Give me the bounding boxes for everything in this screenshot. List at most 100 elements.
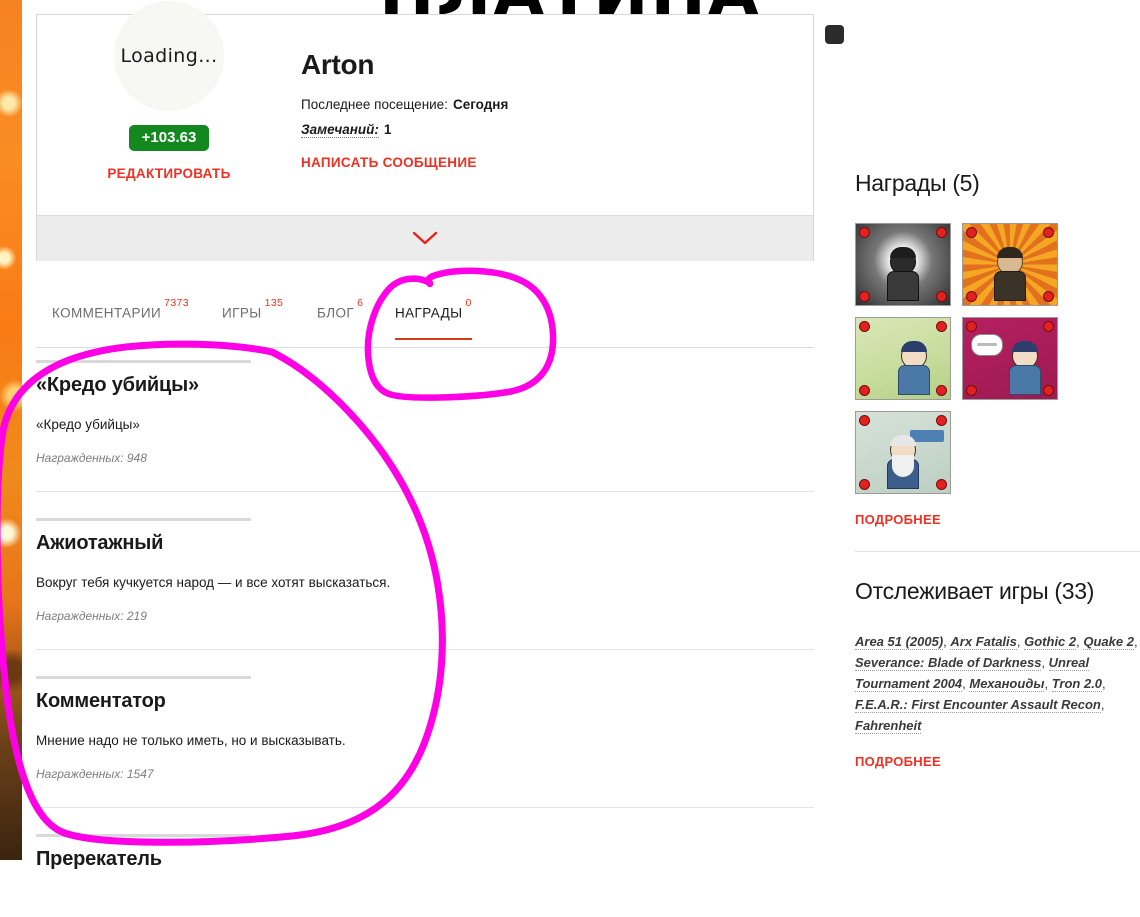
badge-reyting[interactable] <box>855 411 951 494</box>
speech-bubble-icon <box>971 334 1003 356</box>
chevron-down-icon <box>412 231 438 245</box>
badge-prerekatel[interactable] <box>962 317 1058 400</box>
pin-dot-icon <box>859 385 870 396</box>
pin-dot-icon <box>966 291 977 302</box>
profile-card-body: Loading... +103.63 РЕДАКТИРОВАТЬ Arton П… <box>37 1 813 215</box>
last-visit-label: Последнее посещение: <box>301 97 448 112</box>
tab-games-count: 135 <box>264 296 284 309</box>
award-list-item: Комментатор Мнение надо не только иметь,… <box>36 676 814 808</box>
last-visit-row: Последнее посещение: Сегодня <box>301 97 508 112</box>
warnings-value: 1 <box>383 122 392 137</box>
profile-info-column: Arton Последнее посещение: Сегодня Замеча… <box>301 15 508 215</box>
pin-dot-icon <box>859 479 870 490</box>
tracked-games-title: Отслеживает игры (33) <box>855 578 1095 604</box>
award-recipients-count: Награжденных: 219 <box>36 609 147 623</box>
award-description: Вокруг тебя кучкуется народ — и все хотя… <box>36 575 391 590</box>
award-description: Мнение надо не только иметь, но и высказ… <box>36 733 346 748</box>
avatar-loading-text: Loading... <box>120 45 218 67</box>
badge-figure <box>1009 341 1042 395</box>
award-title: «Кредо убийцы» <box>36 374 199 396</box>
game-link[interactable]: Fahrenheit <box>855 718 922 735</box>
awards-badge-grid <box>855 223 1140 494</box>
pin-dot-icon <box>936 479 947 490</box>
awards-panel-title: Награды (5) <box>855 170 980 196</box>
pin-dot-icon <box>966 385 977 396</box>
award-title: Ажиотажный <box>36 532 164 554</box>
award-recipients-count: Награжденных: 948 <box>36 451 147 465</box>
award-recipients-count: Награжденных: 1547 <box>36 767 154 781</box>
award-list-item: Пререкатель <box>36 834 814 917</box>
pin-dot-icon <box>936 415 947 426</box>
tab-comments-count: 7373 <box>164 296 190 309</box>
award-divider <box>36 676 251 679</box>
page-background-fade <box>22 0 36 860</box>
tab-comments[interactable]: КОММЕНТАРИИ7373 <box>52 297 189 321</box>
game-link[interactable]: F.E.A.R.: First Encounter Assault Recon <box>855 697 1101 714</box>
pin-dot-icon <box>1043 291 1054 302</box>
award-list-item: «Кредо убийцы» «Кредо убийцы» Награжденн… <box>36 360 814 492</box>
pin-dot-icon <box>936 227 947 238</box>
send-message-link[interactable]: НАПИСАТЬ СООБЩЕНИЕ <box>301 155 508 170</box>
game-link[interactable]: Area 51 (2005) <box>855 634 944 650</box>
award-list-item: Ажиотажный Вокруг тебя кучкуется народ —… <box>36 518 814 650</box>
game-link[interactable]: Severance: Blade of Darkness <box>855 655 1042 672</box>
pin-dot-icon <box>966 227 977 238</box>
game-link[interactable]: Gothic 2 <box>1024 634 1077 650</box>
tab-awards-count: 0 <box>465 296 472 309</box>
pin-dot-icon <box>859 415 870 426</box>
pin-dot-icon <box>936 321 947 332</box>
rating-badge: +103.63 <box>128 125 210 151</box>
award-divider <box>36 518 251 521</box>
profile-card-expander[interactable] <box>37 215 813 261</box>
page-background-strip <box>0 0 22 860</box>
tracked-games-panel: Отслеживает игры (33) Area 51 (2005), Ar… <box>855 551 1140 793</box>
pin-dot-icon <box>859 321 870 332</box>
game-link[interactable]: Arx Fatalis <box>950 634 1017 650</box>
tab-active-underline <box>395 337 472 340</box>
pin-dot-icon <box>1043 227 1054 238</box>
game-link[interactable]: Механоиды <box>969 676 1045 693</box>
avatar[interactable]: Loading... <box>114 1 224 111</box>
warnings-label[interactable]: Замечаний: <box>301 122 379 138</box>
pin-dot-icon <box>859 227 870 238</box>
awards-more-link[interactable]: ПОДРОБНЕЕ <box>855 512 941 527</box>
badge-figure <box>898 341 931 395</box>
tab-awards[interactable]: НАГРАДЫ0 <box>395 297 472 340</box>
tab-blog[interactable]: БЛОГ6 <box>317 297 363 321</box>
badge-kredo-ubiycy[interactable] <box>855 223 951 306</box>
pin-dot-icon <box>936 385 947 396</box>
last-visit-value: Сегодня <box>452 97 509 112</box>
awards-panel: Награды (5) ПОДРОБНЕЕ <box>855 170 1140 551</box>
tab-blog-label: БЛОГ <box>317 305 355 321</box>
badge-figure <box>994 247 1026 301</box>
badge-figure <box>887 435 919 489</box>
badge-kommentator[interactable] <box>855 317 951 400</box>
tab-games-label: ИГРЫ <box>222 305 262 321</box>
pin-dot-icon <box>859 291 870 302</box>
tab-awards-label: НАГРАДЫ <box>395 305 463 321</box>
tracked-games-more-link[interactable]: ПОДРОБНЕЕ <box>855 754 941 769</box>
pin-dot-icon <box>966 321 977 332</box>
tab-games[interactable]: ИГРЫ135 <box>222 297 283 321</box>
award-description: «Кредо убийцы» <box>36 417 140 432</box>
pin-dot-icon <box>1043 385 1054 396</box>
pin-dot-icon <box>1043 321 1054 332</box>
awards-list: «Кредо убийцы» «Кредо убийцы» Награжденн… <box>36 360 814 917</box>
avatar-column: Loading... +103.63 РЕДАКТИРОВАТЬ <box>37 1 301 215</box>
badge-azhiotazhnyy[interactable] <box>962 223 1058 306</box>
profile-tab-bar: КОММЕНТАРИИ7373 ИГРЫ135 БЛОГ6 НАГРАДЫ0 <box>36 295 814 348</box>
award-divider <box>36 834 251 837</box>
tracked-games-list: Area 51 (2005), Arx Fatalis, Gothic 2, Q… <box>855 634 1138 735</box>
tab-comments-label: КОММЕНТАРИИ <box>52 305 162 321</box>
edit-profile-link[interactable]: РЕДАКТИРОВАТЬ <box>107 166 230 181</box>
badge-figure <box>887 247 919 301</box>
game-link[interactable]: Tron 2.0 <box>1051 676 1103 693</box>
profile-nickname: Arton <box>301 49 375 80</box>
tab-blog-count: 6 <box>357 296 364 309</box>
top-right-marker <box>825 25 844 44</box>
right-sidebar: Награды (5) ПОДРОБНЕЕ Отслеживает игры (… <box>855 170 1140 793</box>
pin-dot-icon <box>936 291 947 302</box>
award-title: Комментатор <box>36 690 166 712</box>
game-link[interactable]: Quake 2 <box>1083 634 1134 650</box>
award-divider <box>36 360 251 363</box>
